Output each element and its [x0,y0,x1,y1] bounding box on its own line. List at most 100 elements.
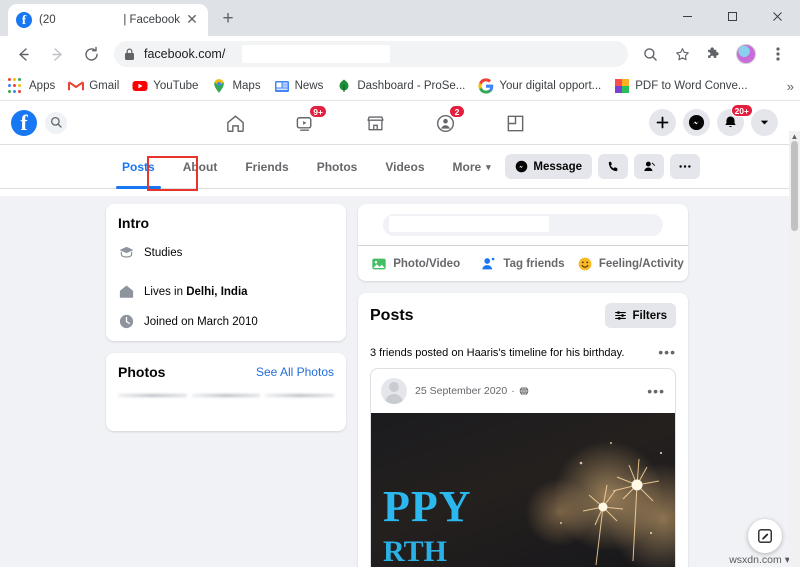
inner-post-menu-icon[interactable]: ••• [647,384,665,398]
add-friend-button[interactable] [634,154,664,179]
see-all-photos-link[interactable]: See All Photos [256,365,334,379]
messenger-button[interactable] [683,109,710,136]
bookmarks-overflow-icon[interactable]: » [787,79,794,94]
maximize-icon[interactable] [710,0,755,33]
account-menu-button[interactable] [751,109,778,136]
tab-more[interactable]: More ▾ [439,145,505,189]
tab-label: Videos [385,159,425,174]
posts-card: Posts Filters 3 friends posted on Haaris… [358,293,688,567]
search-icon[interactable] [637,41,663,67]
bookmark-gmail[interactable]: Gmail [68,78,119,94]
close-tab-icon[interactable]: ✕ [184,12,200,28]
bookmark-pdf-to-word[interactable]: PDF to Word Conve... [614,78,748,94]
notifications-button[interactable]: 20+ [717,104,753,136]
address-bar-url: facebook.com/ [144,47,226,61]
photo-thumb[interactable] [191,394,261,397]
inner-post-meta: 25 September 2020 · [415,385,529,397]
bookmark-youtube[interactable]: YouTube [132,78,198,94]
clock-icon [119,314,134,329]
composer-actions: Photo/Video Tag friends Feeling/Activity [358,245,688,281]
page-scrollbar[interactable]: ▲ [789,131,800,567]
composer-input[interactable] [383,214,663,236]
composer-action-label: Feeling/Activity [598,257,684,270]
nav-home[interactable] [207,103,263,143]
pdf-converter-icon [615,79,630,93]
bookmarks-bar: Apps Gmail YouTube Maps News Dashboard -… [0,72,800,101]
tab-photos[interactable]: Photos [303,145,372,189]
bookmark-label: Your digital opport... [499,80,602,92]
composer-action-label: Tag friends [503,257,565,270]
bookmark-label: Apps [29,80,56,92]
photo-thumb[interactable] [118,394,187,397]
three-dot-menu-icon[interactable] [765,41,791,67]
back-icon[interactable] [9,40,37,68]
tab-friends[interactable]: Friends [231,145,302,189]
tab-label: More [452,159,482,174]
tab-label: About [182,159,218,174]
filters-icon [615,311,627,320]
post-image[interactable]: PPY RTH [371,413,675,567]
puzzle-icon[interactable] [701,41,727,67]
left-column: Intro Studies Lives in Delhi, India Join… [106,196,346,567]
nav-watch[interactable]: 9+ [277,103,333,143]
profile-avatar[interactable] [733,41,759,67]
nav-groups[interactable]: 2 [417,103,473,143]
feed-note-menu-icon[interactable]: ••• [658,345,676,359]
intro-prefix: Lives in [144,285,187,298]
tab-videos[interactable]: Videos [371,145,438,189]
star-icon[interactable] [669,41,695,67]
bookmark-news[interactable]: News [274,78,323,94]
nav-marketplace[interactable] [347,103,403,143]
post-image-text-line2: RTH [383,535,447,567]
feed-note-row: 3 friends posted on Haaris's timeline fo… [370,345,676,359]
photos-thumbnail-row [118,394,335,399]
tab-posts[interactable]: Posts [108,145,169,189]
photo-thumb[interactable] [265,394,335,397]
browser-titlebar: f (20 | Facebook ✕ + [0,0,800,36]
dashboard-icon [339,79,349,92]
message-button[interactable]: Message [505,154,592,179]
composer-photo-video[interactable]: Photo/Video [362,256,469,272]
compose-icon [758,529,772,543]
tab-title-left: (20 [39,14,56,26]
bookmark-label: Dashboard - ProSe... [357,80,466,92]
close-icon[interactable] [755,0,800,33]
reload-icon[interactable] [77,40,105,68]
tab-title-right: | Facebook [123,14,180,26]
address-bar[interactable]: facebook.com/ [114,41,628,67]
new-tab-button[interactable]: + [214,6,242,34]
apps-grid-icon [8,78,24,94]
intro-card-title: Intro [118,215,150,231]
youtube-icon [132,81,148,91]
bookmark-apps[interactable]: Apps [8,78,55,94]
bookmark-dashboard[interactable]: Dashboard - ProSe... [336,78,465,94]
scrollbar-thumb[interactable] [791,141,798,231]
filters-button[interactable]: Filters [605,303,676,328]
browser-toolbar: facebook.com/ [0,36,800,72]
bookmark-maps[interactable]: Maps [211,78,261,94]
bookmark-digital-opportunity[interactable]: Your digital opport... [478,78,601,94]
feed-note-text: 3 friends posted on Haaris's timeline fo… [370,347,625,359]
post-meta-separator: · [511,385,515,397]
minimize-icon[interactable] [665,0,710,33]
filters-label: Filters [632,309,667,322]
floating-compose-button[interactable] [748,519,782,553]
search-icon[interactable] [45,111,67,134]
nav-groups-badge: 2 [449,105,465,118]
intro-text: Studies [144,246,183,259]
composer-feeling-activity[interactable]: Feeling/Activity [577,256,684,272]
create-button[interactable] [649,109,676,136]
photos-card-title: Photos [118,364,166,380]
browser-tab-facebook[interactable]: f (20 | Facebook ✕ [8,4,208,36]
avatar[interactable] [381,378,407,404]
facebook-logo[interactable]: f [11,109,37,136]
tab-about[interactable]: About [169,145,232,189]
intro-location: Delhi, India [186,285,248,298]
nav-gaming[interactable] [487,103,543,143]
composer-tag-friends[interactable]: Tag friends [469,256,576,272]
more-options-button[interactable] [670,154,700,179]
right-column: Photo/Video Tag friends Feeling/Activity… [358,196,688,567]
call-button[interactable] [598,154,628,179]
intro-row-studies: Studies [118,244,334,261]
inner-post-header: 25 September 2020 · ••• [371,369,675,413]
